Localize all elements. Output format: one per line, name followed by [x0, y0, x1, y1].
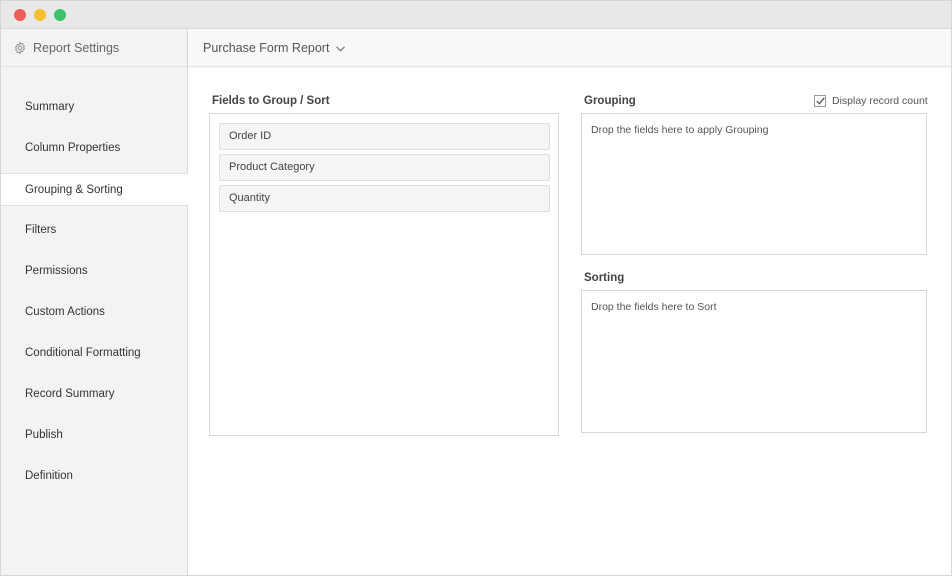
field-item-quantity[interactable]: Quantity — [219, 185, 550, 212]
checkmark-icon — [815, 97, 825, 105]
sorting-drop-zone[interactable]: Drop the fields here to Sort — [581, 290, 927, 433]
display-record-count-checkbox[interactable] — [814, 95, 826, 107]
sidebar-item-publish[interactable]: Publish — [1, 419, 187, 452]
sorting-drop-hint: Drop the fields here to Sort — [591, 301, 717, 313]
report-header: Purchase Form Report — [188, 29, 951, 67]
sidebar-item-conditional-formatting[interactable]: Conditional Formatting — [1, 337, 187, 370]
title-bar — [1, 1, 951, 29]
sidebar: Report Settings Summary Column Propertie… — [1, 29, 188, 575]
window-maximize-button[interactable] — [54, 9, 66, 21]
sorting-title: Sorting — [584, 272, 625, 284]
fields-panel-title: Fields to Group / Sort — [212, 95, 330, 107]
main-content: Fields to Group / Sort Order ID Product … — [188, 67, 951, 575]
grouping-title: Grouping — [584, 95, 636, 107]
sidebar-item-filters[interactable]: Filters — [1, 214, 187, 247]
field-item-order-id[interactable]: Order ID — [219, 123, 550, 150]
sidebar-item-definition[interactable]: Definition — [1, 460, 187, 493]
sidebar-item-permissions[interactable]: Permissions — [1, 255, 187, 288]
grouping-drop-zone[interactable]: Drop the fields here to apply Grouping — [581, 113, 927, 255]
settings-nav: Summary Column Properties Grouping & Sor… — [1, 91, 188, 493]
field-item-product-category[interactable]: Product Category — [219, 154, 550, 181]
sidebar-item-record-summary[interactable]: Record Summary — [1, 378, 187, 411]
app-window: Report Settings Summary Column Propertie… — [0, 0, 952, 576]
sidebar-header: Report Settings — [1, 29, 187, 67]
sidebar-item-custom-actions[interactable]: Custom Actions — [1, 296, 187, 329]
fields-panel: Order ID Product Category Quantity — [209, 113, 559, 436]
report-title[interactable]: Purchase Form Report — [203, 41, 329, 55]
sidebar-item-column-properties[interactable]: Column Properties — [1, 132, 187, 165]
window-close-button[interactable] — [14, 9, 26, 21]
sidebar-item-summary[interactable]: Summary — [1, 91, 187, 124]
sidebar-item-grouping-sorting[interactable]: Grouping & Sorting — [1, 173, 188, 206]
gear-icon — [15, 40, 25, 55]
window-minimize-button[interactable] — [34, 9, 46, 21]
chevron-down-icon[interactable] — [336, 45, 346, 52]
display-record-count-label: Display record count — [832, 95, 928, 107]
sidebar-title: Report Settings — [33, 40, 120, 55]
display-record-count-toggle[interactable]: Display record count — [814, 95, 928, 107]
grouping-drop-hint: Drop the fields here to apply Grouping — [591, 124, 769, 136]
